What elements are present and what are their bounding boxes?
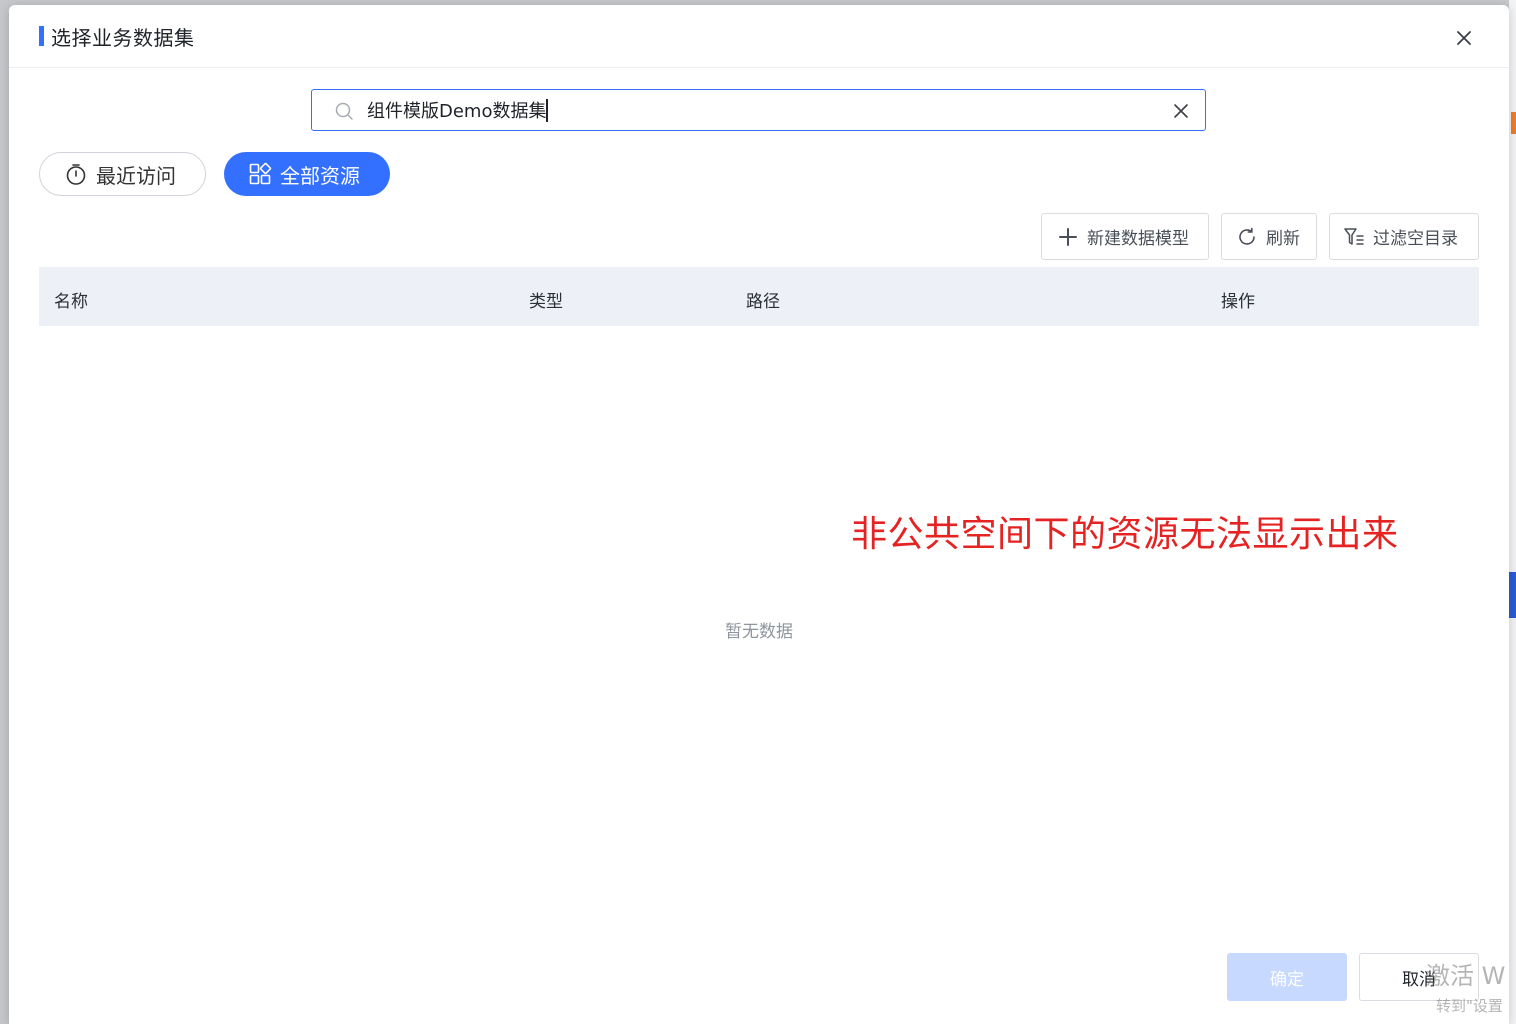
search-input[interactable] bbox=[367, 96, 1147, 124]
refresh-icon bbox=[1239, 227, 1255, 245]
plus-icon bbox=[1059, 227, 1077, 246]
new-data-model-label: 新建数据模型 bbox=[1087, 229, 1189, 249]
filter-empty-dirs-label: 过滤空目录 bbox=[1373, 229, 1458, 249]
select-dataset-dialog: 选择业务数据集 最近访问 全部资源 bbox=[9, 5, 1509, 1024]
stopwatch-icon bbox=[66, 164, 86, 185]
background-window-edge bbox=[1509, 0, 1516, 1024]
table-header: 名称 类型 路径 操作 bbox=[39, 267, 1479, 326]
clear-search-icon[interactable] bbox=[1172, 102, 1190, 120]
empty-state-text: 暂无数据 bbox=[725, 622, 793, 642]
refresh-label: 刷新 bbox=[1266, 229, 1300, 249]
os-activation-watermark: 激活 W bbox=[1426, 962, 1506, 990]
refresh-button[interactable]: 刷新 bbox=[1221, 213, 1317, 260]
confirm-button[interactable]: 确定 bbox=[1227, 953, 1347, 1001]
background-blue-accent bbox=[1509, 572, 1516, 618]
dialog-header: 选择业务数据集 bbox=[9, 5, 1509, 68]
grid-icon bbox=[249, 162, 272, 185]
close-button[interactable] bbox=[1452, 26, 1476, 50]
title-accent-bar bbox=[39, 26, 44, 46]
column-header-name: 名称 bbox=[54, 292, 88, 312]
column-header-path: 路径 bbox=[746, 292, 780, 312]
column-header-action: 操作 bbox=[1221, 292, 1255, 312]
os-activation-watermark-sub: 转到"设置 bbox=[1436, 997, 1503, 1015]
tab-all-label: 全部资源 bbox=[280, 163, 360, 188]
tab-recent-label: 最近访问 bbox=[96, 163, 176, 188]
tab-recent-visits[interactable]: 最近访问 bbox=[39, 152, 206, 196]
close-icon[interactable] bbox=[1452, 26, 1476, 50]
search-icon bbox=[335, 102, 353, 120]
text-caret bbox=[546, 99, 548, 122]
background-orange-accent bbox=[1511, 112, 1516, 134]
dialog-title: 选择业务数据集 bbox=[51, 26, 195, 50]
tab-all-resources[interactable]: 全部资源 bbox=[224, 152, 390, 196]
new-data-model-button[interactable]: 新建数据模型 bbox=[1041, 213, 1209, 260]
column-header-type: 类型 bbox=[529, 292, 563, 312]
search-field[interactable] bbox=[311, 89, 1206, 131]
filter-icon bbox=[1344, 227, 1364, 245]
filter-empty-dirs-button[interactable]: 过滤空目录 bbox=[1329, 213, 1479, 260]
red-annotation-text: 非公共空间下的资源无法显示出来 bbox=[851, 514, 1399, 555]
